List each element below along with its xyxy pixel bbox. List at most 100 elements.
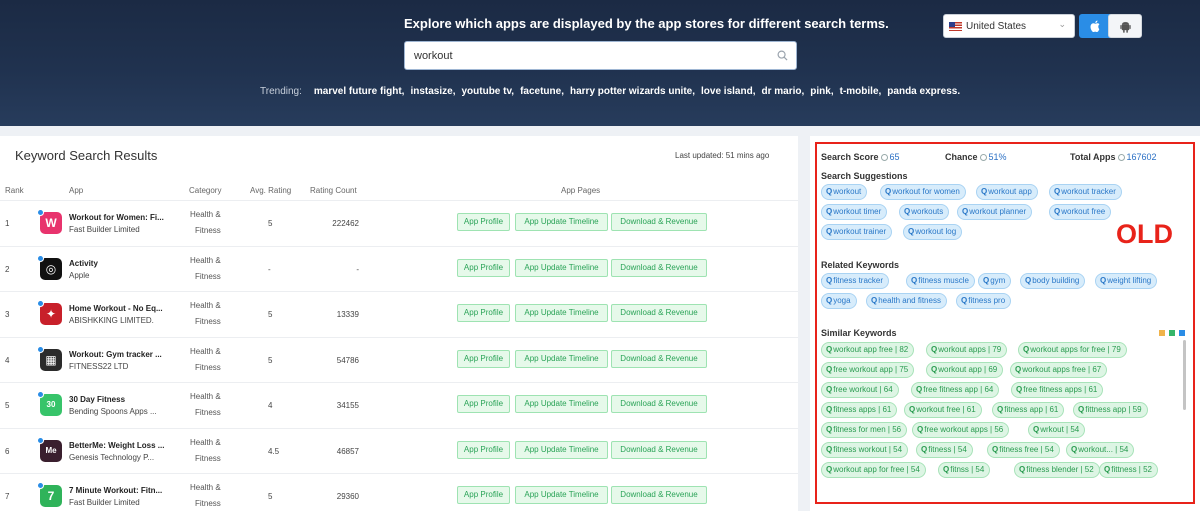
trending-link[interactable]: marvel future fight, — [314, 86, 405, 97]
download-revenue-button[interactable]: Download & Revenue — [611, 213, 707, 231]
similar-keyword-chip[interactable]: Qworkout... | 54 — [1066, 442, 1135, 458]
trending-link[interactable]: youtube tv, — [461, 86, 514, 97]
suggestion-chip[interactable]: Qworkouts — [899, 204, 950, 220]
similar-keyword-chip[interactable]: Qfittness | 52 — [1099, 462, 1158, 478]
search-input[interactable] — [405, 42, 755, 69]
similar-keyword-chip[interactable]: Qfittness app | 59 — [1073, 402, 1148, 418]
sort-green-icon[interactable] — [1169, 330, 1175, 336]
similar-keyword-chip[interactable]: Qfree workout app | 75 — [821, 362, 915, 378]
suggestion-chip[interactable]: Qworkout app — [976, 184, 1038, 200]
app-icon[interactable]: 7 — [37, 482, 62, 507]
app-update-timeline-button[interactable]: App Update Timeline — [515, 213, 608, 231]
suggestion-chip[interactable]: Qworkout timer — [821, 204, 888, 220]
sort-orange-icon[interactable] — [1159, 330, 1165, 336]
app-name[interactable]: BetterMe: Weight Loss ... — [69, 441, 164, 450]
download-revenue-button[interactable]: Download & Revenue — [611, 304, 707, 322]
similar-keyword-chip[interactable]: Qfitness for men | 56 — [821, 422, 908, 438]
help-icon[interactable] — [979, 154, 987, 162]
app-profile-button[interactable]: App Profile — [457, 440, 510, 459]
trending-link[interactable]: dr mario, — [761, 86, 804, 97]
app-icon[interactable]: 30 — [37, 391, 62, 416]
related-keyword-chip[interactable]: Qyoga — [821, 293, 857, 309]
trending-link[interactable]: panda express. — [887, 86, 960, 97]
app-name[interactable]: 7 Minute Workout: Fitn... — [69, 486, 162, 495]
trending-link[interactable]: pink, — [810, 86, 833, 97]
similar-keyword-chip[interactable]: Qworkout apps free | 67 — [1010, 362, 1108, 378]
suggestion-chip[interactable]: Qworkout tracker — [1049, 184, 1122, 200]
search-box[interactable] — [404, 41, 797, 70]
app-profile-button[interactable]: App Profile — [457, 304, 510, 322]
app-profile-button[interactable]: App Profile — [457, 395, 510, 413]
suggestion-chip[interactable]: Qworkout for women — [880, 184, 966, 200]
similar-keyword-chip[interactable]: Qfitness | 54 — [916, 442, 973, 458]
search-icon[interactable] — [777, 50, 788, 61]
trending-link[interactable]: harry potter wizards unite, — [570, 86, 695, 97]
similar-keyword-chip[interactable]: Qfree workout apps | 56 — [912, 422, 1010, 438]
related-keyword-chip[interactable]: Qfitness pro — [956, 293, 1012, 309]
app-update-timeline-button[interactable]: App Update Timeline — [515, 395, 608, 413]
help-icon[interactable] — [880, 154, 888, 162]
similar-keyword-chip[interactable]: Qworkout app free | 82 — [821, 342, 915, 358]
similar-keyword-chip[interactable]: Qfitness app | 61 — [992, 402, 1065, 418]
app-profile-button[interactable]: App Profile — [457, 349, 510, 368]
app-icon[interactable]: Me — [37, 436, 62, 462]
similar-keyword-chip[interactable]: Qfree fitness app | 64 — [911, 382, 1000, 398]
download-revenue-button[interactable]: Download & Revenue — [611, 395, 707, 413]
sort-blue-icon[interactable] — [1179, 330, 1185, 336]
similar-keyword-chip[interactable]: Qfree workout | 64 — [821, 382, 899, 398]
app-icon[interactable]: ✦ — [37, 300, 62, 325]
similar-keyword-chip[interactable]: Qwrkout | 54 — [1028, 422, 1086, 438]
related-keyword-chip[interactable]: Qfitness tracker — [821, 273, 890, 289]
related-keyword-chip[interactable]: Qhealth and fitness — [866, 293, 947, 309]
app-profile-button[interactable]: App Profile — [457, 213, 510, 231]
similar-keyword-chip[interactable]: Qworkout free | 61 — [904, 402, 982, 418]
similar-keyword-chip[interactable]: Qfitnss | 54 — [938, 462, 991, 478]
similar-keyword-chip[interactable]: Qfitness blender | 52 — [1014, 462, 1100, 478]
suggestion-chip[interactable]: Qworkout free — [1049, 204, 1112, 220]
trending-link[interactable]: t-mobile, — [840, 86, 882, 97]
similar-keyword-chip[interactable]: Qfitness free | 54 — [987, 442, 1060, 458]
similar-keyword-chip[interactable]: Qfree fitness apps | 61 — [1011, 382, 1104, 398]
related-keyword-chip[interactable]: Qfitness muscle — [906, 273, 975, 289]
app-icon[interactable]: ◎ — [37, 254, 62, 280]
suggestion-chip[interactable]: Qworkout log — [903, 224, 963, 240]
app-name[interactable]: Activity — [69, 259, 98, 268]
country-select[interactable]: United States ⌄ — [943, 14, 1075, 38]
app-update-timeline-button[interactable]: App Update Timeline — [515, 258, 608, 277]
trending-link[interactable]: love island, — [701, 86, 755, 97]
similar-keyword-chip[interactable]: Qfitness apps | 61 — [821, 402, 898, 418]
related-keyword-chip[interactable]: Qbody building — [1020, 273, 1086, 289]
download-revenue-button[interactable]: Download & Revenue — [611, 349, 707, 368]
similar-keyword-chip[interactable]: Qworkout app | 69 — [926, 362, 1004, 378]
similar-keyword-chip[interactable]: Qworkout apps | 79 — [926, 342, 1008, 358]
download-revenue-button[interactable]: Download & Revenue — [611, 486, 707, 504]
download-revenue-button[interactable]: Download & Revenue — [611, 440, 707, 459]
suggestion-chip[interactable]: Qworkout — [821, 184, 868, 200]
similar-keyword-chip[interactable]: Qworkout app for free | 54 — [821, 462, 926, 478]
app-name[interactable]: Workout for Women: Fi... — [69, 213, 164, 222]
download-revenue-button[interactable]: Download & Revenue — [611, 258, 707, 277]
category: Fitness — [195, 271, 221, 281]
similar-scrollbar[interactable] — [1183, 340, 1186, 410]
trending-link[interactable]: instasize, — [410, 86, 455, 97]
app-name[interactable]: 30 Day Fitness — [69, 395, 125, 404]
suggestion-chip[interactable]: Qworkout planner — [957, 204, 1033, 220]
related-keyword-chip[interactable]: Qgym — [978, 273, 1012, 289]
app-icon[interactable]: W — [37, 209, 62, 234]
app-name[interactable]: Workout: Gym tracker ... — [69, 350, 162, 359]
app-update-timeline-button[interactable]: App Update Timeline — [515, 486, 608, 504]
app-icon[interactable]: ▦ — [37, 345, 62, 371]
related-keyword-chip[interactable]: Qweight lifting — [1095, 273, 1158, 289]
similar-keyword-chip[interactable]: Qworkout apps for free | 79 — [1018, 342, 1127, 358]
app-profile-button[interactable]: App Profile — [457, 258, 510, 277]
trending-link[interactable]: facetune, — [520, 86, 564, 97]
suggestion-chip[interactable]: Qworkout trainer — [821, 224, 893, 240]
android-store-button[interactable] — [1108, 14, 1142, 38]
help-icon[interactable] — [1117, 154, 1125, 162]
app-update-timeline-button[interactable]: App Update Timeline — [515, 349, 608, 368]
app-profile-button[interactable]: App Profile — [457, 486, 510, 504]
similar-keyword-chip[interactable]: Qfitness workout | 54 — [821, 442, 909, 458]
app-update-timeline-button[interactable]: App Update Timeline — [515, 304, 608, 322]
app-update-timeline-button[interactable]: App Update Timeline — [515, 440, 608, 459]
app-name[interactable]: Home Workout - No Eq... — [69, 304, 163, 313]
